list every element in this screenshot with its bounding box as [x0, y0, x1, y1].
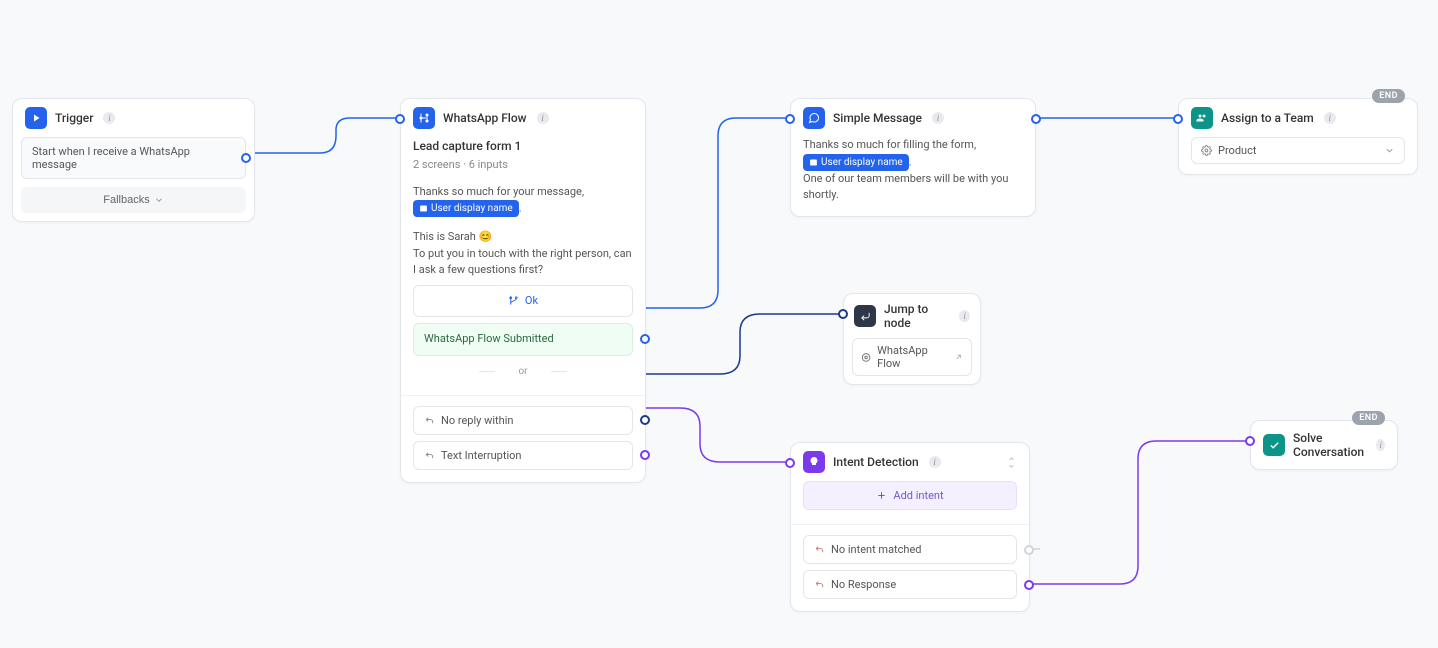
- form-meta: 2 screens · 6 inputs: [413, 157, 633, 174]
- trigger-node[interactable]: Trigger i Start when I receive a WhatsAp…: [12, 98, 255, 222]
- team-icon: [1191, 107, 1213, 129]
- solve-conversation-node[interactable]: END Solve Conversation i: [1250, 420, 1398, 470]
- no-reply-row[interactable]: No reply within: [413, 406, 633, 435]
- solve-title: Solve Conversation: [1293, 431, 1366, 459]
- chevron-down-icon: [154, 195, 164, 205]
- ok-button[interactable]: Ok: [413, 285, 633, 318]
- user-display-name-token: User display name: [803, 154, 909, 171]
- info-icon: i: [103, 112, 115, 124]
- no-response-row[interactable]: No Response: [803, 570, 1017, 599]
- jump-title: Jump to node: [884, 302, 949, 330]
- external-icon: [954, 352, 963, 362]
- info-icon: i: [1324, 112, 1336, 124]
- jump-to-node[interactable]: Jump to node i WhatsApp Flow: [843, 293, 981, 385]
- info-icon: i: [537, 112, 549, 124]
- sort-icon[interactable]: [1006, 457, 1017, 468]
- user-display-name-token: User display name: [413, 200, 519, 217]
- play-icon: [25, 107, 47, 129]
- fallbacks-button[interactable]: Fallbacks: [21, 187, 246, 213]
- flow-submitted-row[interactable]: WhatsApp Flow Submitted: [413, 323, 633, 356]
- form-title: Lead capture form 1: [413, 137, 633, 155]
- trigger-title: Trigger: [55, 111, 93, 125]
- intent-title: Intent Detection: [833, 455, 919, 469]
- assign-team-node[interactable]: END Assign to a Team i Product: [1178, 98, 1418, 175]
- intent-detection-node[interactable]: Intent Detection i Add intent No intent …: [790, 442, 1030, 612]
- flow-icon: [413, 107, 435, 129]
- end-badge: END: [1352, 411, 1385, 425]
- branch-icon: [508, 295, 519, 306]
- simple-message-node[interactable]: Simple Message i Thanks so much for fill…: [790, 98, 1036, 217]
- info-icon: i: [1376, 439, 1385, 451]
- target-icon: [861, 352, 871, 363]
- no-intent-matched-row[interactable]: No intent matched: [803, 535, 1017, 564]
- whatsapp-flow-title: WhatsApp Flow: [443, 111, 527, 125]
- reply-arrow-icon: [814, 544, 825, 555]
- team-select[interactable]: Product: [1191, 137, 1405, 164]
- info-icon: i: [959, 310, 970, 322]
- assign-title: Assign to a Team: [1221, 111, 1314, 125]
- trigger-start-condition[interactable]: Start when I receive a WhatsApp message: [21, 137, 246, 179]
- reply-arrow-icon: [814, 579, 825, 590]
- chevron-down-icon: [1384, 145, 1395, 156]
- intent-icon: [803, 451, 825, 473]
- end-badge: END: [1372, 89, 1405, 103]
- gear-icon: [1201, 145, 1212, 156]
- text-interruption-row[interactable]: Text Interruption: [413, 441, 633, 470]
- whatsapp-flow-node[interactable]: WhatsApp Flow i Lead capture form 1 2 sc…: [400, 98, 646, 483]
- check-icon: [1263, 434, 1285, 456]
- plus-icon: [876, 490, 887, 501]
- message-icon: [803, 107, 825, 129]
- reply-arrow-icon: [424, 415, 435, 426]
- info-icon: i: [932, 112, 944, 124]
- reply-arrow-icon: [424, 450, 435, 461]
- jump-target[interactable]: WhatsApp Flow: [852, 338, 972, 376]
- jump-icon: [854, 305, 876, 327]
- info-icon: i: [929, 456, 941, 468]
- add-intent-button[interactable]: Add intent: [803, 481, 1017, 510]
- or-separator: or: [413, 364, 633, 379]
- simple-message-title: Simple Message: [833, 111, 922, 125]
